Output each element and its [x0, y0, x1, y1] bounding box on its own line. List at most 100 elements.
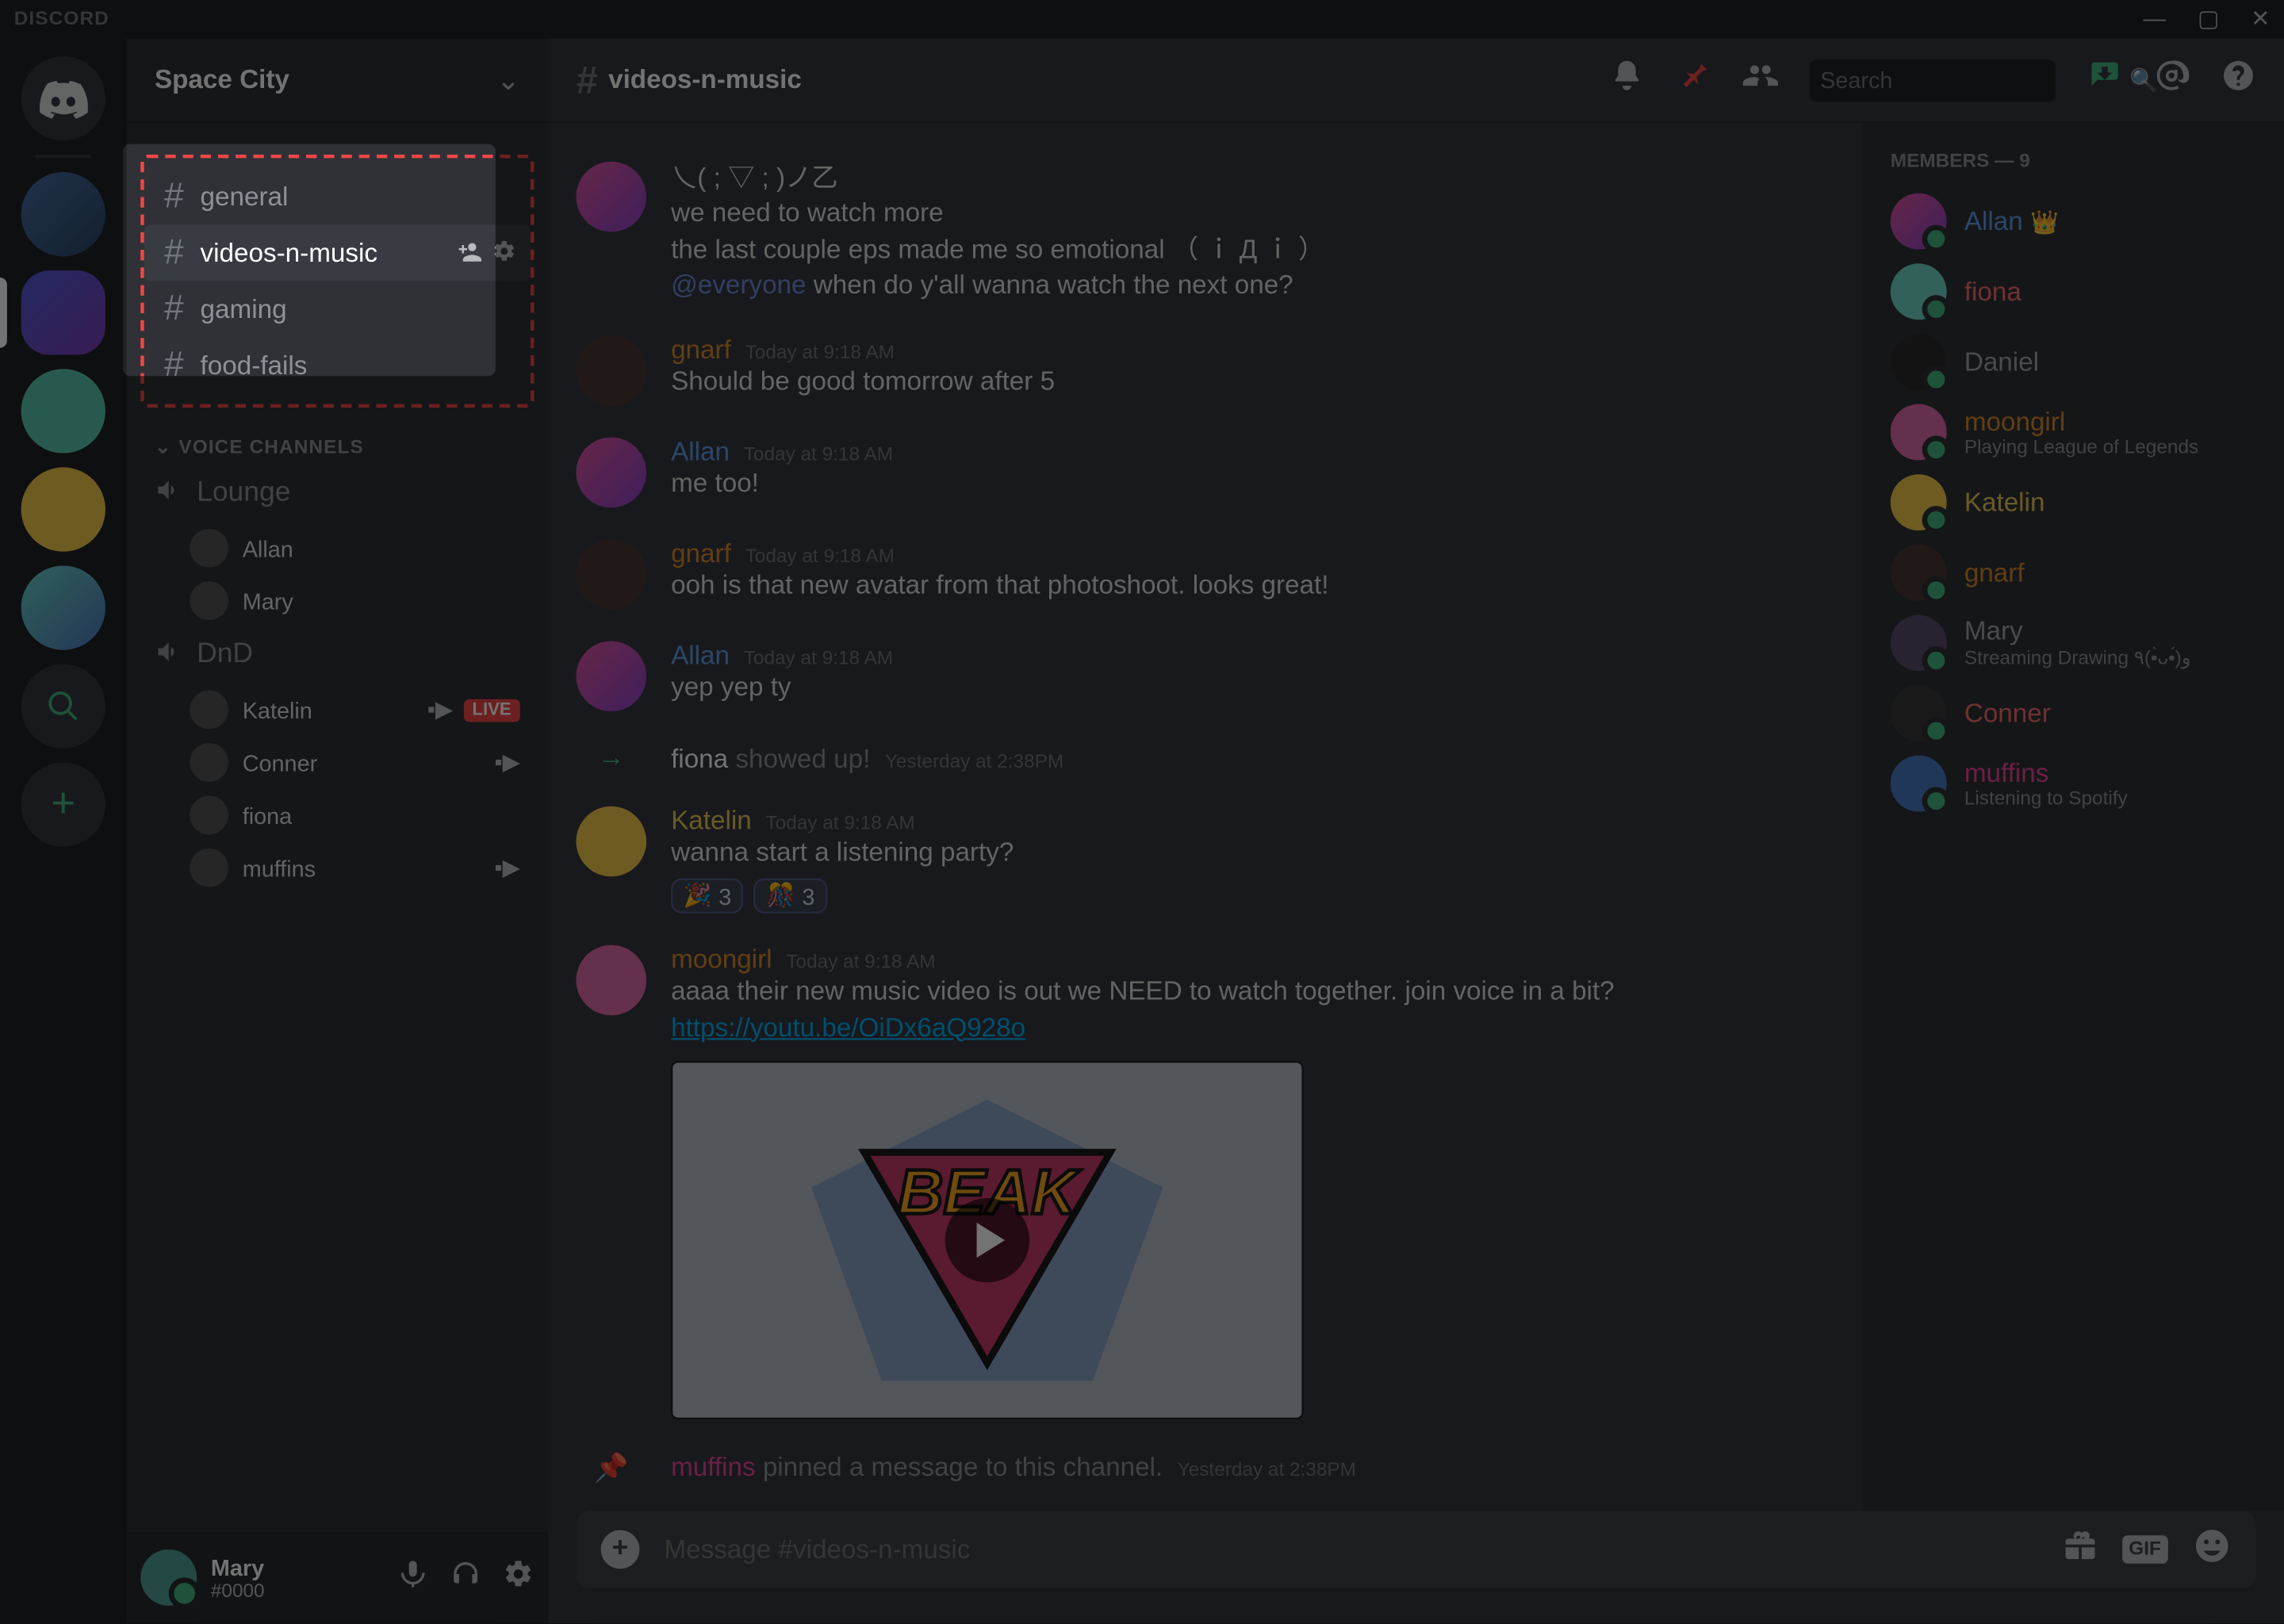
- message-author[interactable]: Allan: [671, 438, 730, 468]
- video-embed[interactable]: BEAK: [671, 1061, 1304, 1419]
- notifications-icon[interactable]: [1609, 58, 1644, 102]
- member-activity: Listening to Spotify: [1964, 788, 2128, 810]
- message: Allan Today at 9:18 AMme too!: [577, 431, 1834, 515]
- link[interactable]: https://youtu.be/OiDx6aQ928o: [671, 1013, 1025, 1043]
- mute-icon[interactable]: [397, 1557, 429, 1598]
- message-time: Today at 9:18 AM: [745, 343, 895, 364]
- member-moongirl[interactable]: moongirlPlaying League of Legends: [1876, 397, 2270, 468]
- message-text: 乀( ; ▽ ; )ノ乙: [671, 162, 1834, 197]
- member-conner[interactable]: Conner: [1876, 678, 2270, 749]
- mentions-icon[interactable]: [2154, 58, 2189, 102]
- self-avatar[interactable]: [140, 1549, 197, 1606]
- voice-user[interactable]: muffins▪▶: [140, 841, 534, 894]
- member-muffins[interactable]: muffinsListening to Spotify: [1876, 749, 2270, 819]
- channel-general[interactable]: # general: [144, 169, 531, 225]
- avatar: [1891, 263, 1947, 320]
- pin-icon: 📌: [577, 1450, 647, 1485]
- home-button[interactable]: [21, 56, 105, 140]
- chat-header: # videos-n-music 🔍: [548, 39, 2284, 123]
- voice-user[interactable]: Conner▪▶: [140, 736, 534, 788]
- help-icon[interactable]: [2221, 58, 2255, 102]
- voice-user[interactable]: Katelin▪▶LIVE: [140, 684, 534, 736]
- reaction[interactable]: 🎊3: [754, 879, 827, 914]
- mention[interactable]: @everyone: [671, 270, 806, 301]
- pinned-icon[interactable]: [1676, 58, 1711, 102]
- message-time: Today at 9:18 AM: [786, 952, 935, 974]
- chat-area: # videos-n-music 🔍 乀( ; ▽: [548, 39, 2284, 1623]
- avatar[interactable]: [577, 539, 647, 610]
- avatar[interactable]: [577, 945, 647, 1016]
- server-5[interactable]: [21, 565, 105, 649]
- server-1[interactable]: [21, 172, 105, 256]
- join-icon: →: [577, 743, 647, 775]
- channel-food-fails[interactable]: # food-fails: [144, 337, 531, 393]
- channel-gaming[interactable]: # gaming: [144, 281, 531, 337]
- avatar[interactable]: [577, 806, 647, 877]
- member-daniel[interactable]: Daniel: [1876, 327, 2270, 397]
- member-name: gnarf: [1964, 557, 2025, 588]
- message-author[interactable]: Katelin: [671, 806, 752, 837]
- member-fiona[interactable]: fiona: [1876, 256, 2270, 327]
- member-name: Katelin: [1964, 488, 2045, 518]
- server-4[interactable]: [21, 467, 105, 551]
- close-button[interactable]: ✕: [2251, 6, 2270, 33]
- add-server-button[interactable]: +: [21, 762, 105, 846]
- message-time: Today at 9:18 AM: [744, 444, 893, 465]
- gift-icon[interactable]: [2062, 1527, 2097, 1571]
- voice-user[interactable]: Mary: [140, 574, 534, 626]
- voice-channel-lounge[interactable]: Lounge: [140, 465, 534, 522]
- explore-button[interactable]: [21, 664, 105, 748]
- settings-icon[interactable]: [503, 1557, 535, 1598]
- channel-videos-n-music[interactable]: # videos-n-music: [144, 225, 531, 282]
- voice-user[interactable]: fiona: [140, 789, 534, 841]
- inbox-icon[interactable]: [2087, 58, 2122, 102]
- channel-name: videos-n-music: [201, 238, 446, 268]
- message-author[interactable]: Allan: [671, 642, 730, 672]
- message-author[interactable]: gnarf: [671, 539, 731, 569]
- play-icon[interactable]: [945, 1197, 1029, 1281]
- avatar[interactable]: [577, 438, 647, 508]
- gear-icon[interactable]: [492, 238, 516, 268]
- avatar[interactable]: [577, 642, 647, 712]
- member-gnarf[interactable]: gnarf: [1876, 538, 2270, 608]
- member-name: Allan 👑: [1964, 206, 2059, 236]
- search-input[interactable]: [1820, 67, 2129, 93]
- avatar: [190, 796, 228, 835]
- message-author[interactable]: moongirl: [671, 945, 772, 975]
- channel-name: gaming: [201, 294, 517, 324]
- avatar: [1891, 685, 1947, 741]
- server-name: Space City: [155, 65, 289, 95]
- server-header[interactable]: Space City ⌄: [127, 39, 549, 123]
- message-author[interactable]: gnarf: [671, 335, 731, 366]
- maximize-button[interactable]: ▢: [2198, 6, 2219, 33]
- avatar[interactable]: [577, 335, 647, 406]
- server-space-city[interactable]: [21, 270, 105, 354]
- voice-user[interactable]: Allan: [140, 522, 534, 574]
- gif-button[interactable]: GIF: [2121, 1535, 2167, 1563]
- avatar[interactable]: [577, 162, 647, 232]
- emoji-icon[interactable]: [2193, 1526, 2232, 1573]
- deafen-icon[interactable]: [450, 1557, 481, 1598]
- avatar: [190, 743, 228, 782]
- avatar: [1891, 334, 1947, 390]
- server-3[interactable]: [21, 369, 105, 453]
- member-allan[interactable]: Allan 👑: [1876, 186, 2270, 257]
- member-katelin[interactable]: Katelin: [1876, 467, 2270, 538]
- message-input[interactable]: [664, 1534, 2037, 1565]
- attach-button[interactable]: +: [601, 1530, 640, 1569]
- hash-icon: #: [158, 289, 190, 329]
- minimize-button[interactable]: —: [2143, 6, 2166, 33]
- invite-icon[interactable]: [457, 238, 481, 268]
- message-text: me too!: [671, 467, 1834, 503]
- voice-channels-header[interactable]: ⌄ VOICE CHANNELS: [140, 408, 534, 465]
- avatar: [1891, 193, 1947, 250]
- join-system-message: → fiona showed up! Yesterday at 2:38PM: [577, 736, 1834, 782]
- speaker-icon: [155, 637, 186, 674]
- reaction[interactable]: 🎉3: [671, 879, 744, 914]
- voice-channel-dnd[interactable]: DnD: [140, 627, 534, 684]
- message: AllanToday at 9:18 AMyep yep ty: [577, 634, 1834, 718]
- message: KatelinToday at 9:18 AMwanna start a lis…: [577, 799, 1834, 921]
- member-mary[interactable]: MaryStreaming Drawing ٩(•̀ᴗ•́)و: [1876, 608, 2270, 679]
- members-icon[interactable]: [1743, 58, 1778, 102]
- search-box[interactable]: 🔍: [1810, 59, 2056, 101]
